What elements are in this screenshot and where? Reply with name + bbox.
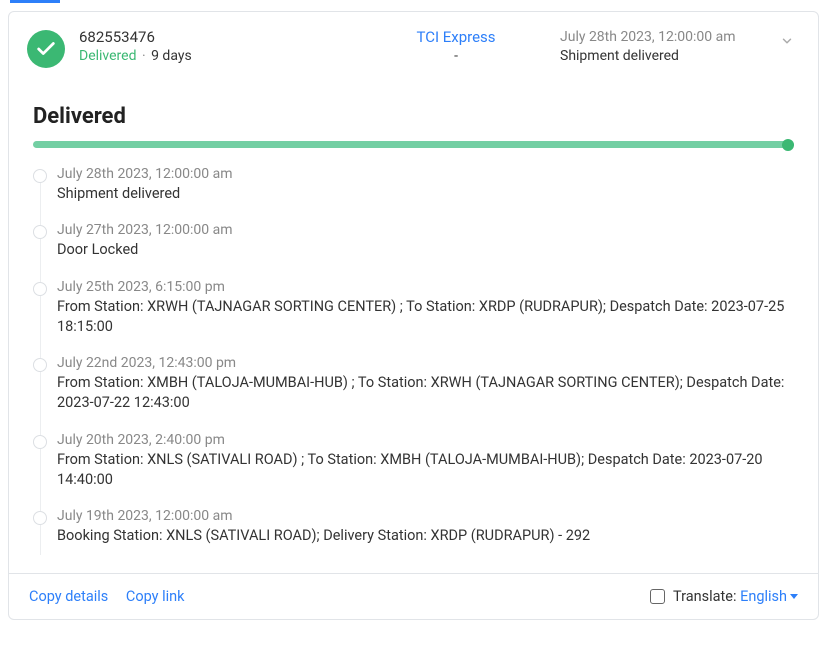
summary-tracking-col: 682553476 Delivered · 9 days bbox=[79, 28, 352, 64]
chevron-down-icon[interactable] bbox=[774, 34, 800, 48]
timeline-item: July 27th 2023, 12:00:00 am Door Locked bbox=[57, 222, 794, 278]
timeline-message: From Station: XRWH (TAJNAGAR SORTING CEN… bbox=[57, 297, 794, 338]
detail-panel: Delivered July 28th 2023, 12:00:00 am Shi… bbox=[9, 86, 818, 573]
timeline-item: July 25th 2023, 6:15:00 pm From Station: … bbox=[57, 279, 794, 356]
status-text: Delivered bbox=[79, 48, 136, 64]
caret-down-icon bbox=[790, 594, 798, 599]
timeline-message: From Station: XMBH (TALOJA-MUMBAI-HUB) ;… bbox=[57, 373, 794, 414]
timeline-message: Booking Station: XNLS (SATIVALI ROAD); D… bbox=[57, 526, 794, 546]
copy-link-link[interactable]: Copy link bbox=[126, 588, 185, 605]
status-check-icon bbox=[27, 30, 65, 68]
duration-text: 9 days bbox=[151, 48, 192, 64]
carrier-sub: - bbox=[366, 48, 546, 64]
language-name: English bbox=[740, 588, 787, 605]
tracking-number: 682553476 bbox=[79, 28, 352, 46]
tracking-card: 682553476 Delivered · 9 days TCI Express… bbox=[8, 11, 819, 620]
card-footer: Copy details Copy link Translate: Englis… bbox=[9, 573, 818, 619]
timeline: July 28th 2023, 12:00:00 am Shipment deli… bbox=[33, 166, 794, 565]
timeline-date: July 25th 2023, 6:15:00 pm bbox=[57, 279, 794, 295]
timeline-item: July 19th 2023, 12:00:00 am Booking Stati… bbox=[57, 508, 794, 564]
timeline-item: July 22nd 2023, 12:43:00 pm From Station:… bbox=[57, 355, 794, 432]
detail-status-title: Delivered bbox=[33, 104, 794, 129]
language-selector[interactable]: English bbox=[740, 588, 798, 605]
timeline-date: July 22nd 2023, 12:43:00 pm bbox=[57, 355, 794, 371]
active-tab-indicator bbox=[10, 0, 60, 3]
timeline-message: Door Locked bbox=[57, 240, 794, 260]
progress-bar bbox=[33, 141, 794, 148]
timeline-date: July 28th 2023, 12:00:00 am bbox=[57, 166, 794, 182]
timeline-item: July 20th 2023, 2:40:00 pm From Station: … bbox=[57, 432, 794, 509]
latest-event-date: July 28th 2023, 12:00:00 am bbox=[560, 28, 760, 46]
timeline-message: Shipment delivered bbox=[57, 184, 794, 204]
timeline-date: July 27th 2023, 12:00:00 am bbox=[57, 222, 794, 238]
latest-event-message: Shipment delivered bbox=[560, 48, 760, 64]
translate-checkbox[interactable] bbox=[650, 589, 665, 604]
summary-row[interactable]: 682553476 Delivered · 9 days TCI Express… bbox=[9, 12, 818, 86]
translate-label: Translate: bbox=[673, 588, 737, 605]
summary-carrier-col: TCI Express - bbox=[366, 28, 546, 64]
copy-details-link[interactable]: Copy details bbox=[29, 588, 108, 605]
summary-latest-col: July 28th 2023, 12:00:00 am Shipment del… bbox=[560, 28, 760, 64]
timeline-message: From Station: XNLS (SATIVALI ROAD) ; To … bbox=[57, 450, 794, 491]
timeline-date: July 20th 2023, 2:40:00 pm bbox=[57, 432, 794, 448]
timeline-date: July 19th 2023, 12:00:00 am bbox=[57, 508, 794, 524]
carrier-name[interactable]: TCI Express bbox=[366, 28, 546, 46]
status-line: Delivered · 9 days bbox=[79, 48, 352, 64]
timeline-item: July 28th 2023, 12:00:00 am Shipment deli… bbox=[57, 166, 794, 222]
